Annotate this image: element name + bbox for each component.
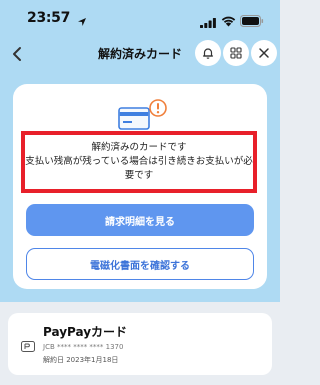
bell-icon xyxy=(202,48,214,59)
notice-title: 解約済みのカードです xyxy=(91,142,187,153)
nav-bar: 解約済みカード xyxy=(0,36,280,72)
card-name: PayPayカード xyxy=(43,325,128,339)
battery-icon xyxy=(240,12,264,31)
location-arrow-icon xyxy=(77,12,87,31)
cancel-date: 解約日 2023年1月18日 xyxy=(43,356,119,364)
notifications-button[interactable] xyxy=(195,40,221,66)
close-button[interactable] xyxy=(251,40,277,66)
cancelled-notice: 解約済みのカードです 支払い残高が残っている場合は引き続きお支払いが必要です xyxy=(21,131,257,193)
card-summary[interactable]: PayPayカード JCB **** **** **** 1370 解約日 20… xyxy=(8,313,272,375)
wifi-icon xyxy=(221,12,236,31)
notice-message: 支払い残高が残っている場合は引き続きお支払いが必要です xyxy=(25,156,253,181)
status-bar: 23:57 xyxy=(0,0,280,34)
status-time: 23:57 xyxy=(27,10,71,26)
card-number: JCB **** **** **** 1370 xyxy=(43,343,124,351)
paypay-card-icon xyxy=(21,337,35,356)
signal-icon xyxy=(200,13,216,32)
menu-grid-button[interactable] xyxy=(223,40,249,66)
view-statement-button[interactable]: 請求明細を見る xyxy=(26,204,254,236)
grid-icon xyxy=(230,47,242,59)
cancelled-card-panel: 解約済みのカードです 支払い残高が残っている場合は引き続きお支払いが必要です 請… xyxy=(13,84,267,289)
close-icon xyxy=(259,48,269,58)
check-electronic-docs-button[interactable]: 電磁化書面を確認する xyxy=(26,248,254,280)
